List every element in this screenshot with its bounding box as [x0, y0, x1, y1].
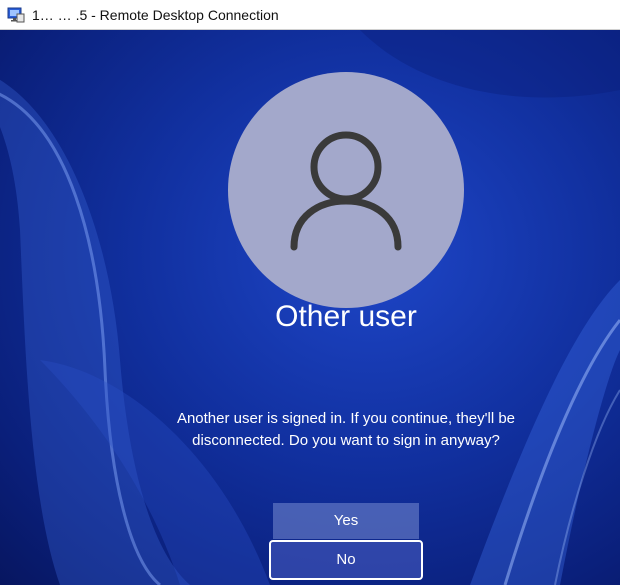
remote-desktop-window: 1… … .5 - Remote Desktop Connection Othe…: [0, 0, 620, 585]
lock-screen: Other user Another user is signed in. If…: [0, 30, 620, 585]
title-bar[interactable]: 1… … .5 - Remote Desktop Connection: [0, 0, 620, 30]
no-button[interactable]: No: [269, 540, 423, 580]
avatar: [228, 72, 464, 308]
remote-desktop-icon: [6, 5, 26, 25]
yes-button[interactable]: Yes: [273, 503, 419, 539]
user-name: Other user: [275, 300, 417, 333]
window-title: 1… … .5 - Remote Desktop Connection: [32, 6, 279, 23]
sign-in-warning-message: Another user is signed in. If you contin…: [176, 410, 516, 449]
user-silhouette-icon: [290, 131, 402, 251]
